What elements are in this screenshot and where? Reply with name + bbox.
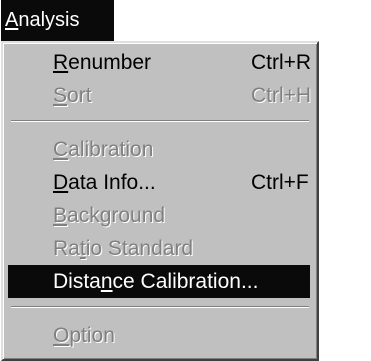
menu-analysis[interactable]: Analysis — [1, 0, 114, 41]
menu-item-option-label: Option — [53, 324, 115, 347]
menu-item-option: Option — [8, 319, 310, 352]
menu-item-renumber-label: Renumber — [53, 51, 152, 74]
menu-analysis-label: nalysis — [18, 9, 80, 31]
menu-item-data-info-label: Data Info... — [53, 171, 156, 194]
menu-item-sort-shortcut: Ctrl+H — [251, 84, 312, 107]
menu-item-background: Background — [8, 199, 310, 232]
analysis-dropdown-menu: Renumber Ctrl+R Sort Ctrl+H Calibration … — [1, 41, 319, 361]
menu-item-background-label: Background — [53, 204, 166, 227]
menu-item-ratio-standard: Ratio Standard — [8, 232, 310, 265]
menu-item-ratio-standard-label: Ratio Standard — [53, 237, 194, 260]
menu-item-calibration: Calibration — [8, 133, 310, 166]
menu-item-distance-calibration-label: Distance Calibration... — [53, 270, 259, 293]
menu-item-sort: Sort Ctrl+H — [8, 79, 312, 112]
menu-item-sort-label: Sort — [53, 84, 92, 107]
menu-item-calibration-label: Calibration — [53, 138, 154, 161]
menu-item-data-info-shortcut: Ctrl+F — [251, 171, 309, 194]
menu-separator-2 — [11, 306, 309, 308]
menu-item-data-info[interactable]: Data Info... Ctrl+F — [8, 166, 310, 199]
menu-item-renumber[interactable]: Renumber Ctrl+R — [8, 46, 312, 79]
menu-item-distance-calibration[interactable]: Distance Calibration... — [8, 265, 310, 298]
menu-item-renumber-shortcut: Ctrl+R — [251, 51, 312, 74]
menu-analysis-mnemonic: A — [5, 9, 19, 31]
menu-separator-1 — [11, 120, 309, 122]
